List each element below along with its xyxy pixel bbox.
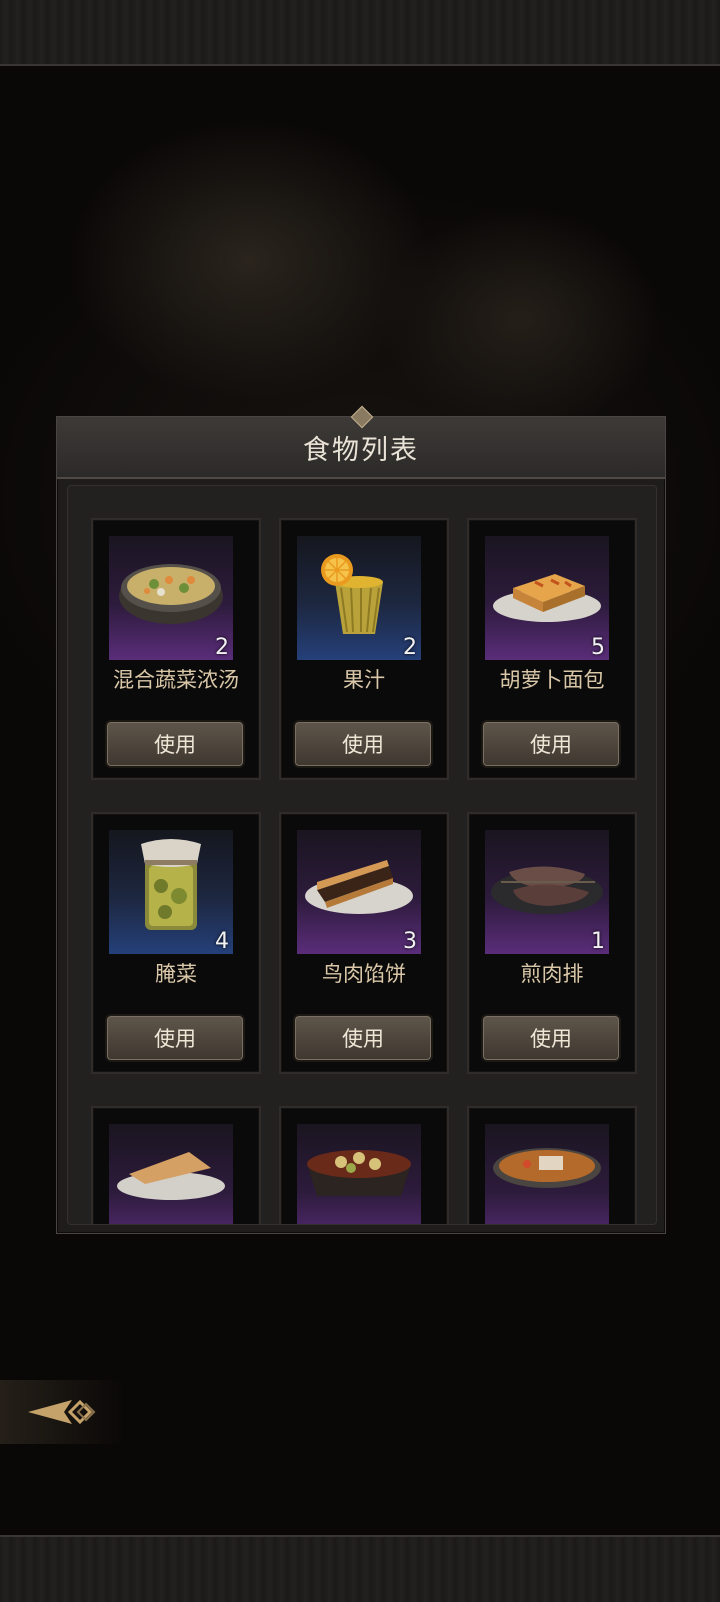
food-thumbnail: 2 [109,536,233,660]
food-name: 混合蔬菜浓汤 [113,668,239,692]
quantity-badge: 2 [215,635,229,660]
quantity-badge: 5 [591,635,605,660]
food-thumbnail: 1 [485,830,609,954]
arrow-left-icon [22,1392,102,1432]
food-name: 鸟肉馅饼 [322,962,406,986]
quantity-badge: 2 [403,635,417,660]
quantity-badge: 1 [591,929,605,954]
food-name: 胡萝卜面包 [499,668,605,692]
food-card[interactable] [279,1106,449,1224]
food-list-panel: 食物列表 2 混合蔬菜浓汤 使用 2 果汁 使用 5 胡萝卜面包 使用 4 腌菜… [56,405,666,1234]
panel-header: 食物列表 [57,405,665,479]
pie-slice-icon [109,1124,233,1224]
food-thumbnail: 5 [485,536,609,660]
quantity-badge: 3 [403,929,417,954]
food-thumbnail [297,1124,421,1224]
use-button[interactable]: 使用 [295,1016,431,1060]
food-name: 腌菜 [155,962,197,986]
quantity-badge: 4 [215,929,229,954]
curry-bowl-icon [485,1124,609,1224]
stew-icon [297,1124,421,1224]
use-button[interactable]: 使用 [483,1016,619,1060]
food-card[interactable] [467,1106,637,1224]
food-thumbnail [109,1124,233,1224]
food-thumbnail [485,1124,609,1224]
food-card[interactable]: 2 混合蔬菜浓汤 使用 [91,518,261,780]
bottom-ornament-band [0,1535,720,1602]
food-card[interactable]: 4 腌菜 使用 [91,812,261,1074]
food-thumbnail: 4 [109,830,233,954]
food-card[interactable] [91,1106,261,1224]
food-name: 煎肉排 [520,962,584,986]
food-name: 果汁 [343,668,385,692]
top-ornament-band [0,0,720,66]
food-thumbnail: 2 [297,536,421,660]
panel-title: 食物列表 [303,434,419,466]
back-button[interactable] [0,1380,124,1444]
use-button[interactable]: 使用 [107,722,243,766]
food-card[interactable]: 5 胡萝卜面包 使用 [467,518,637,780]
food-thumbnail: 3 [297,830,421,954]
use-button[interactable]: 使用 [107,1016,243,1060]
food-card[interactable]: 2 果汁 使用 [279,518,449,780]
food-card[interactable]: 3 鸟肉馅饼 使用 [279,812,449,1074]
use-button[interactable]: 使用 [483,722,619,766]
food-grid[interactable]: 2 混合蔬菜浓汤 使用 2 果汁 使用 5 胡萝卜面包 使用 4 腌菜 使用 3… [67,485,657,1225]
use-button[interactable]: 使用 [295,722,431,766]
food-card[interactable]: 1 煎肉排 使用 [467,812,637,1074]
